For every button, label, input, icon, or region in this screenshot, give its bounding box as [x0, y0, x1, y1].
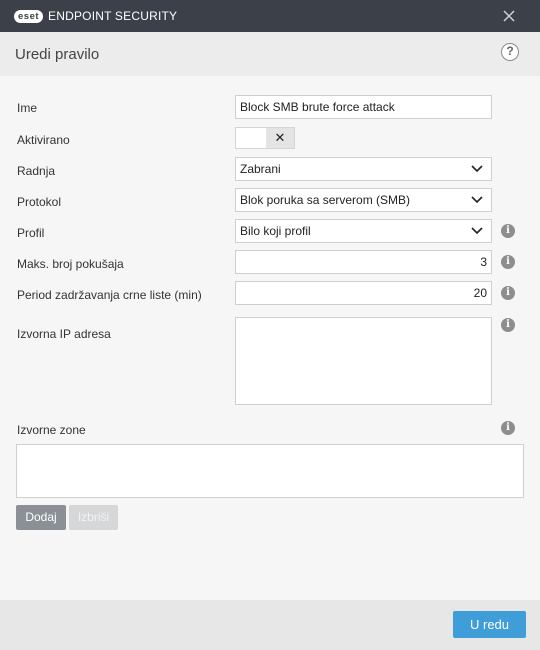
close-icon[interactable] [502, 9, 516, 23]
source-zones-list[interactable] [16, 444, 524, 498]
page-title: Uredi pravilo [15, 46, 100, 63]
profile-label: Profil [17, 226, 45, 240]
product-name: ENDPOINT SECURITY [48, 9, 178, 23]
protocol-value: Blok poruka sa serverom (SMB) [240, 193, 411, 207]
help-icon[interactable]: ? [501, 43, 519, 61]
profile-select[interactable]: Bilo koji profil [235, 219, 492, 243]
delete-button: Izbriši [69, 505, 118, 530]
name-input[interactable]: Block SMB brute force attack [235, 95, 492, 119]
action-select[interactable]: Zabrani [235, 157, 492, 181]
source-ip-label: Izvorna IP adresa [17, 327, 111, 341]
logo-badge: eset [14, 9, 44, 23]
protocol-select[interactable]: Blok poruka sa serverom (SMB) [235, 188, 492, 212]
chevron-down-icon [471, 165, 483, 173]
blacklist-period-label: Period zadržavanja crne liste (min) [17, 288, 202, 302]
name-label: Ime [17, 101, 38, 115]
blacklist-period-input[interactable]: 20 [235, 281, 492, 305]
source-zones-label: Izvorne zone [17, 423, 86, 437]
eset-logo: eset ENDPOINT SECURITY [14, 8, 177, 24]
source-zones-info-icon[interactable]: i [501, 421, 515, 435]
enabled-label: Aktivirano [17, 133, 70, 147]
action-label: Radnja [17, 164, 56, 178]
protocol-label: Protokol [17, 195, 62, 209]
blacklist-period-info-icon[interactable]: i [501, 286, 515, 300]
source-ip-textarea[interactable] [235, 317, 492, 405]
max-attempts-input[interactable]: 3 [235, 250, 492, 274]
profile-info-icon[interactable]: i [501, 224, 515, 238]
profile-value: Bilo koji profil [240, 224, 311, 238]
dialog-header: Uredi pravilo ? [0, 32, 540, 76]
ok-button[interactable]: U redu [453, 611, 526, 638]
max-attempts-info-icon[interactable]: i [501, 255, 515, 269]
title-bar: eset ENDPOINT SECURITY [0, 0, 540, 32]
chevron-down-icon [471, 227, 483, 235]
toggle-off-icon: ✕ [266, 128, 294, 148]
chevron-down-icon [471, 196, 483, 204]
source-ip-info-icon[interactable]: i [501, 318, 515, 332]
action-value: Zabrani [240, 162, 281, 176]
max-attempts-label: Maks. broj pokušaja [17, 257, 124, 271]
add-button[interactable]: Dodaj [16, 505, 66, 530]
enabled-toggle[interactable]: ✕ [235, 127, 295, 149]
